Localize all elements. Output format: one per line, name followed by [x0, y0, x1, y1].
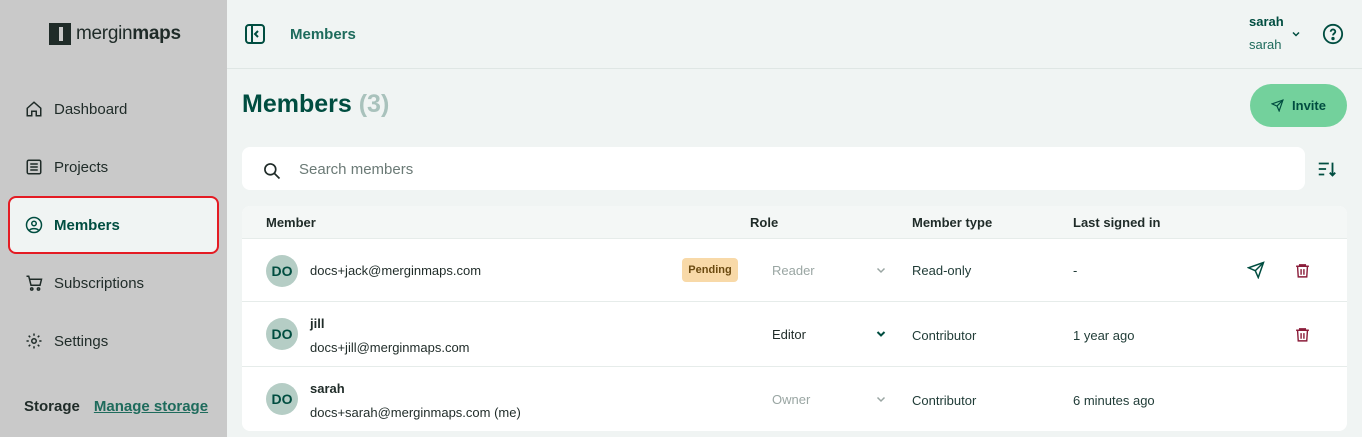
role-value: Owner [772, 391, 811, 407]
column-header-member[interactable]: Member [266, 215, 316, 230]
search-input[interactable] [299, 157, 1279, 181]
last-signed-in: 6 minutes ago [1073, 393, 1155, 408]
manage-storage-link[interactable]: Manage storage [94, 398, 208, 415]
table-row: DO docs+jack@merginmaps.com Pending Read… [242, 239, 1347, 302]
page-title: Members (3) [242, 90, 390, 118]
sidebar-item-subscriptions[interactable]: Subscriptions [8, 254, 219, 312]
topbar: Members sarah sarah [227, 0, 1362, 69]
member-count: (3) [358, 90, 390, 118]
chevron-down-icon [876, 331, 886, 337]
home-icon [24, 99, 44, 119]
sidebar: merginmaps Dashboard Projects Members Su… [0, 0, 227, 437]
role-select[interactable]: Editor [772, 322, 887, 346]
avatar: DO [266, 255, 298, 287]
user-name: sarah [1249, 14, 1284, 29]
role-select: Reader [772, 258, 887, 282]
member-type: Contributor [912, 393, 977, 408]
member-email: docs+jack@merginmaps.com [310, 263, 482, 278]
trash-icon [1295, 263, 1309, 278]
sort-icon[interactable] [1316, 158, 1338, 180]
logo[interactable]: merginmaps [48, 22, 181, 46]
user-menu[interactable]: sarah sarah [1249, 14, 1284, 52]
storage-label: Storage [24, 398, 80, 415]
sidebar-collapse-icon[interactable] [243, 22, 267, 46]
role-value: Editor [772, 326, 806, 342]
storage-section: Storage Manage storage [24, 398, 208, 415]
delete-member-button[interactable] [1291, 323, 1313, 345]
sidebar-item-label: Projects [54, 158, 109, 176]
sidebar-item-settings[interactable]: Settings [8, 312, 219, 370]
column-header-role[interactable]: Role [750, 215, 778, 230]
member-type: Contributor [912, 328, 977, 343]
column-header-member-type[interactable]: Member type [912, 215, 992, 230]
sidebar-item-dashboard[interactable]: Dashboard [8, 80, 219, 138]
logo-mark-icon [49, 23, 71, 45]
avatar: DO [266, 318, 298, 350]
chevron-down-icon [876, 396, 886, 403]
search-bar [242, 147, 1305, 190]
role-value: Reader [772, 262, 815, 278]
send-icon [1247, 261, 1265, 279]
logo-text: merginmaps [76, 23, 181, 44]
members-table: Member Role Member type Last signed in D… [242, 206, 1347, 431]
gear-icon [24, 331, 44, 351]
trash-icon [1295, 327, 1309, 342]
sidebar-item-label: Members [54, 216, 120, 234]
member-email: docs+sarah@merginmaps.com (me) [310, 405, 521, 420]
table-header: Member Role Member type Last signed in [242, 206, 1347, 239]
user-workspace: sarah [1249, 37, 1282, 52]
column-header-last-signed-in[interactable]: Last signed in [1073, 215, 1160, 230]
chevron-down-icon[interactable] [1290, 28, 1302, 40]
invite-label: Invite [1292, 98, 1326, 113]
breadcrumb: Members [290, 26, 356, 43]
cart-icon [24, 273, 44, 293]
table-row: DO sarah docs+sarah@merginmaps.com (me) … [242, 367, 1347, 431]
sidebar-item-members[interactable]: Members [8, 196, 219, 254]
help-icon[interactable] [1322, 23, 1344, 45]
member-email: docs+jill@merginmaps.com [310, 340, 470, 355]
role-select: Owner [772, 387, 887, 411]
user-circle-icon [24, 215, 44, 235]
send-icon [1271, 99, 1284, 112]
member-name: sarah [310, 381, 345, 396]
last-signed-in: 1 year ago [1073, 328, 1135, 343]
avatar: DO [266, 383, 298, 415]
delete-member-button[interactable] [1291, 259, 1313, 281]
sidebar-item-label: Settings [54, 332, 109, 350]
table-row: DO jill docs+jill@merginmaps.com Editor … [242, 302, 1347, 367]
search-icon [264, 163, 281, 180]
list-icon [24, 157, 44, 177]
member-name: jill [310, 316, 325, 331]
invite-button[interactable]: Invite [1250, 84, 1347, 127]
status-badge: Pending [682, 258, 738, 282]
member-type: Read-only [912, 263, 972, 278]
sidebar-item-label: Dashboard [54, 100, 128, 118]
sidebar-item-label: Subscriptions [54, 274, 145, 292]
chevron-down-icon [876, 267, 886, 274]
sidebar-item-projects[interactable]: Projects [8, 138, 219, 196]
last-signed-in: - [1073, 263, 1078, 278]
resend-invite-button[interactable] [1245, 259, 1267, 281]
